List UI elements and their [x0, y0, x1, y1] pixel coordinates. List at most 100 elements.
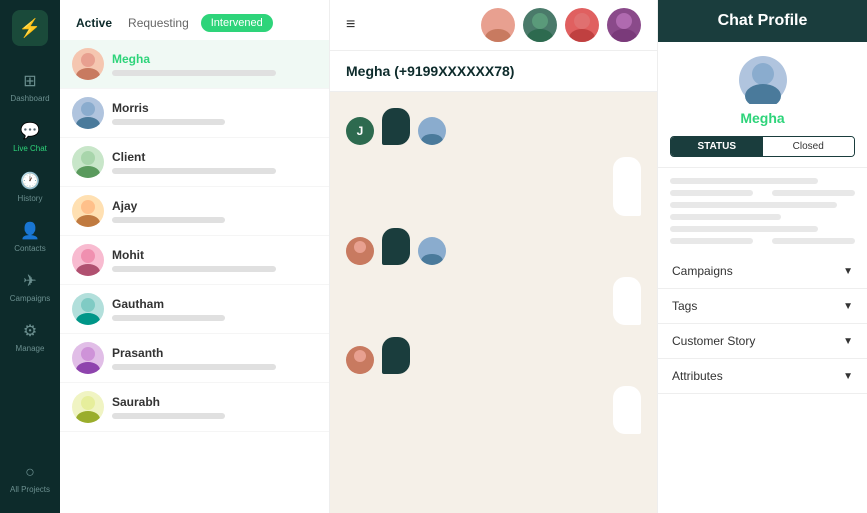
chat-name: Client: [112, 150, 317, 164]
avatar: [72, 342, 104, 374]
list-item[interactable]: Saurabh: [60, 383, 329, 432]
tab-active[interactable]: Active: [72, 14, 116, 32]
sidebar-item-campaigns[interactable]: ✈ Campaigns: [0, 263, 60, 311]
chat-info: Morris: [112, 101, 317, 125]
chat-preview: [112, 168, 276, 174]
accordion-attributes: Attributes ▼: [658, 359, 867, 394]
message-avatar-right: [418, 237, 446, 265]
status-value: Closed: [763, 137, 855, 156]
accordion-header-tags[interactable]: Tags ▼: [658, 289, 867, 323]
message-avatar: J: [346, 117, 374, 145]
chat-preview: [112, 119, 225, 125]
all-projects-icon: ○: [25, 464, 35, 482]
sidebar-item-live-chat[interactable]: 💬 Live Chat: [0, 113, 60, 161]
chat-main: ≡ Megha (+9199XXXXXX78) J: [330, 0, 657, 513]
list-item[interactable]: Morris: [60, 89, 329, 138]
chat-preview: [112, 70, 276, 76]
chat-title: Megha (+9199XXXXXX78): [346, 63, 514, 79]
message-row: [346, 386, 641, 434]
profile-section: Megha STATUS Closed: [658, 42, 867, 168]
tabs-row: Active Requesting Intervened: [60, 0, 329, 40]
accordion-tags: Tags ▼: [658, 289, 867, 324]
message-row: J: [346, 108, 641, 145]
right-panel: Chat Profile Megha STATUS Closed Campaig…: [657, 0, 867, 513]
status-row: STATUS Closed: [670, 136, 855, 157]
header-avatar: [481, 8, 515, 42]
profile-name: Megha: [740, 110, 784, 126]
list-item[interactable]: Gautham: [60, 285, 329, 334]
avatar: [72, 48, 104, 80]
accordion-header-customer-story[interactable]: Customer Story ▼: [658, 324, 867, 358]
accordion-customer-story: Customer Story ▼: [658, 324, 867, 359]
sidebar-item-all-projects[interactable]: ○ All Projects: [0, 456, 60, 502]
accordion-header-campaigns[interactable]: Campaigns ▼: [658, 254, 867, 288]
list-item[interactable]: Prasanth: [60, 334, 329, 383]
hamburger-icon[interactable]: ≡: [346, 16, 355, 34]
manage-icon: ⚙: [23, 321, 37, 341]
message-bubble-agent: [382, 337, 410, 374]
chat-info: Mohit: [112, 248, 317, 272]
chat-header: Megha (+9199XXXXXX78): [330, 51, 657, 92]
list-item[interactable]: Ajay: [60, 187, 329, 236]
list-item[interactable]: Client: [60, 138, 329, 187]
sidebar-item-dashboard[interactable]: ⊞ Dashboard: [0, 63, 60, 111]
chat-name: Saurabh: [112, 395, 317, 409]
message-avatar: [346, 237, 374, 265]
message-bubble-agent: [382, 228, 410, 265]
message-bubble-user: [613, 157, 641, 216]
accordion-header-attributes[interactable]: Attributes ▼: [658, 359, 867, 393]
chat-name: Megha: [112, 52, 317, 66]
tab-intervened[interactable]: Intervened: [201, 14, 273, 32]
sidebar-item-contacts[interactable]: 👤 Contacts: [0, 213, 60, 261]
list-item[interactable]: Mohit: [60, 236, 329, 285]
message-avatar-right: [418, 117, 446, 145]
chat-preview: [112, 266, 276, 272]
accordion: Campaigns ▼ Tags ▼ Customer Story ▼ Attr…: [658, 254, 867, 513]
message-avatar: [346, 346, 374, 374]
chevron-down-icon: ▼: [843, 266, 853, 277]
header-avatar: [565, 8, 599, 42]
logo: ⚡: [12, 10, 48, 46]
message-row: [346, 277, 641, 325]
chat-preview: [112, 364, 276, 370]
avatar: [72, 293, 104, 325]
message-row: [346, 228, 641, 265]
dashboard-icon: ⊞: [23, 71, 36, 91]
chat-info: Megha: [112, 52, 317, 76]
header-avatar: [523, 8, 557, 42]
chat-info: Gautham: [112, 297, 317, 321]
chat-preview: [112, 217, 225, 223]
chat-info: Prasanth: [112, 346, 317, 370]
avatar: [72, 146, 104, 178]
status-label: STATUS: [671, 137, 763, 156]
sidebar-item-manage[interactable]: ⚙ Manage: [0, 313, 60, 361]
sidebar: ⚡ ⊞ Dashboard 💬 Live Chat 🕐 History 👤 Co…: [0, 0, 60, 513]
live-chat-icon: 💬: [20, 121, 40, 141]
right-panel-title: Chat Profile: [658, 0, 867, 42]
info-lines: [658, 168, 867, 254]
header-avatar: [607, 8, 641, 42]
chat-name: Morris: [112, 101, 317, 115]
avatar: [72, 244, 104, 276]
contacts-icon: 👤: [20, 221, 40, 241]
chevron-down-icon: ▼: [843, 301, 853, 312]
chat-list: Megha Morris Client: [60, 40, 329, 513]
avatar: [72, 391, 104, 423]
chat-info: Saurabh: [112, 395, 317, 419]
chat-info: Ajay: [112, 199, 317, 223]
message-bubble-agent: [382, 108, 410, 145]
list-item[interactable]: Megha: [60, 40, 329, 89]
sidebar-item-history[interactable]: 🕐 History: [0, 163, 60, 211]
avatar: [72, 195, 104, 227]
profile-avatar: [739, 56, 787, 104]
message-bubble-user: [613, 386, 641, 434]
message-bubble-user: [613, 277, 641, 325]
history-icon: 🕐: [20, 171, 40, 191]
chat-info: Client: [112, 150, 317, 174]
chat-name: Mohit: [112, 248, 317, 262]
messages-area: J: [330, 92, 657, 513]
chat-list-panel: Active Requesting Intervened Megha Morri…: [60, 0, 330, 513]
chevron-down-icon: ▼: [843, 371, 853, 382]
tab-requesting[interactable]: Requesting: [124, 14, 193, 32]
message-row: [346, 157, 641, 216]
